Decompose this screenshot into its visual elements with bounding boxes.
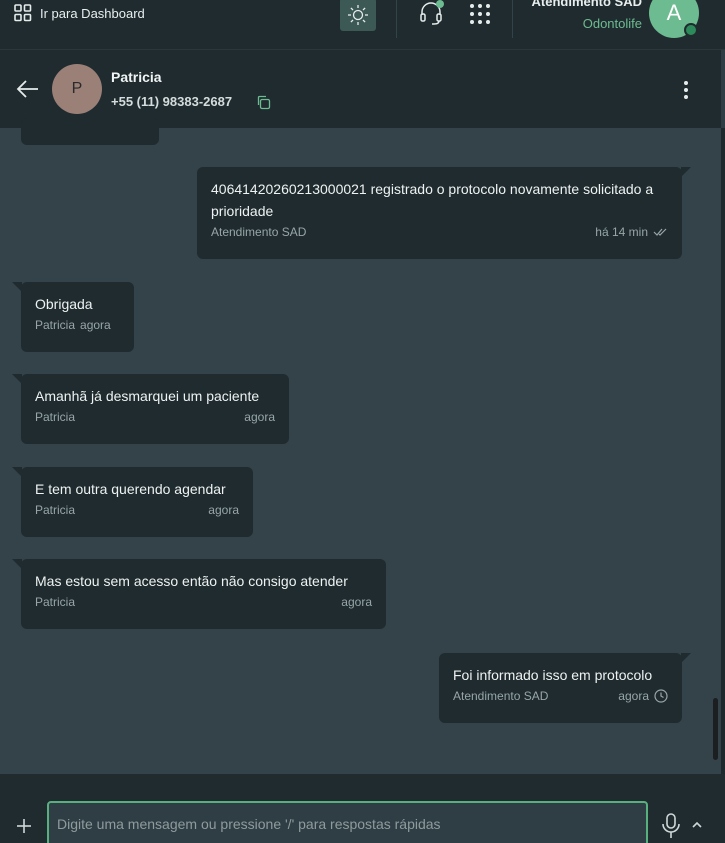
plus-icon[interactable] [14, 816, 34, 836]
agent-name: Atendimento SAD [531, 0, 643, 9]
message-bubble-partial [21, 118, 159, 145]
microphone-icon[interactable] [661, 813, 681, 839]
contact-phone: +55 (11) 98383-2687 [111, 94, 233, 109]
status-dot [436, 0, 444, 8]
bubble-tail [681, 653, 691, 663]
agent-avatar-initial: A [666, 0, 682, 25]
bubble-tail [681, 167, 691, 177]
bubble-tail [12, 282, 22, 292]
agent-organization: Odontolife [582, 16, 642, 31]
message-bubble-outgoing: Foi informado isso em protocolo Atendime… [439, 653, 691, 723]
message-text: Amanhã já desmarquei um paciente [35, 388, 260, 404]
message-text: 40641420260213000021 registrado o protoc… [211, 181, 654, 219]
message-text: Foi informado isso em protocolo [453, 667, 653, 683]
dashboard-link[interactable]: Ir para Dashboard [14, 2, 145, 24]
contact-avatar: P [52, 64, 102, 114]
more-options-icon[interactable] [676, 79, 696, 101]
message-text: E tem outra querendo agendar [35, 481, 226, 497]
support-headset-button[interactable] [418, 0, 444, 26]
message-bubble-incoming: E tem outra querendo agendar Patricia ag… [12, 467, 253, 537]
read-double-check-icon [653, 228, 667, 236]
message-sender: Atendimento SAD [453, 689, 549, 703]
message-time: há 14 min [595, 225, 648, 239]
message-bubble-outgoing: 40641420260213000021 registrado o protoc… [197, 167, 691, 259]
agent-online-status [684, 23, 698, 37]
apps-grid-icon [470, 4, 490, 24]
bubble-tail [12, 374, 22, 384]
divider [512, 0, 513, 38]
dashboard-link-label: Ir para Dashboard [40, 5, 145, 21]
dashboard-grid-icon [14, 4, 32, 22]
message-input[interactable] [47, 801, 648, 843]
contact-name: Patricia [111, 69, 162, 85]
message-time: agora [341, 595, 372, 609]
message-text: Obrigada [35, 296, 93, 312]
theme-toggle-button[interactable] [340, 0, 376, 31]
bubble-tail [12, 467, 22, 477]
contact-avatar-initial: P [71, 80, 83, 97]
sun-icon [348, 4, 368, 25]
message-composer [0, 774, 725, 843]
message-time: agora [208, 503, 239, 517]
copy-icon[interactable] [256, 95, 271, 110]
message-sender: Patricia [35, 595, 76, 609]
divider [396, 0, 397, 38]
back-arrow-icon[interactable] [16, 77, 40, 101]
message-time: agora [618, 689, 649, 703]
message-bubble-incoming: Amanhã já desmarquei um paciente Patrici… [12, 374, 289, 444]
scrollbar-track[interactable] [721, 128, 725, 774]
message-time: agora [244, 410, 275, 424]
apps-menu-button[interactable] [468, 2, 492, 26]
message-bubble-incoming: Mas estou sem acesso então não consigo a… [12, 559, 386, 629]
bubble-tail [12, 559, 22, 569]
message-list: 40641420260213000021 registrado o protoc… [0, 118, 721, 774]
chevron-up-icon[interactable] [690, 820, 704, 830]
message-sender: Patricia [35, 318, 76, 332]
chat-header: P Patricia +55 (11) 98383-2687 [0, 50, 721, 128]
pending-clock-icon [654, 689, 668, 703]
message-bubble-incoming: Obrigada Patricia agora [12, 282, 134, 352]
message-sender: Atendimento SAD [211, 225, 307, 239]
message-sender: Patricia [35, 410, 76, 424]
message-sender: Patricia [35, 503, 76, 517]
message-time: agora [80, 318, 111, 332]
scrollbar-thumb[interactable] [713, 698, 718, 760]
top-bar: Ir para Dashboard Atendimento SAD Odonto… [0, 0, 725, 50]
message-text: Mas estou sem acesso então não consigo a… [35, 573, 348, 589]
